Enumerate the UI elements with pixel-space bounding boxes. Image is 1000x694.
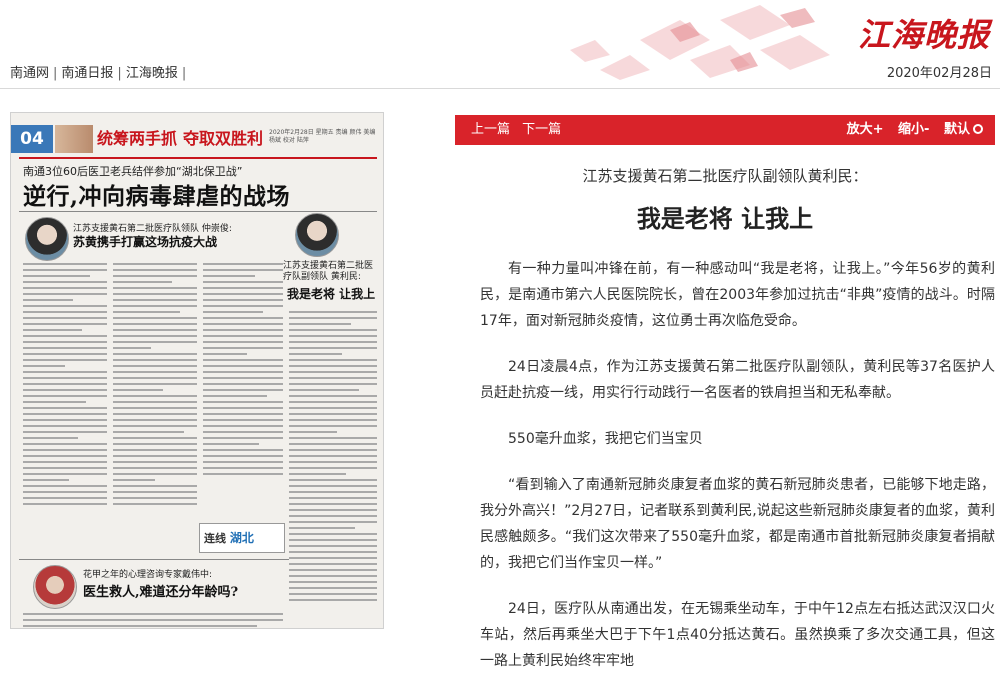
link-jianghai-evening[interactable]: 江海晚报 [126,66,178,81]
article-toolbar: 上一篇 下一篇 放大+ 缩小- 默认 [455,115,995,145]
link-nantong-net[interactable]: 南通网 [10,66,49,81]
font-bigger-button[interactable]: 放大+ [847,122,884,137]
band-title-1: 统筹两手抓 [97,129,178,148]
story2-portrait [295,213,339,257]
text-column-5 [23,613,283,628]
text-column-2 [113,263,197,509]
section-band-title: 统筹两手抓 夺取双胜利 [97,125,263,153]
headline-rule [19,211,377,212]
article-paragraph: 24日，医疗队从南通出发，在无锡乘坐动车，于中午12点左右抵达武汉汉口火车站，然… [480,601,995,669]
story3-rule [19,559,289,560]
link-nantong-daily[interactable]: 南通日报 [61,66,113,81]
link-separator: | [117,66,122,81]
story1-portrait [25,217,69,261]
story1-title: 苏黄携手打赢这场抗疫大战 [73,235,218,249]
article-title: 我是老将 让我上 [636,205,814,233]
article-body: 有一种力量叫冲锋在前，有一种感动叫“我是老将，让我上。”今年56岁的黄利民，是南… [480,256,995,694]
circle-icon [973,124,983,134]
article-section-heading: 550毫升血浆，我把它们当宝贝 [508,431,703,447]
story3-kicker: 花甲之年的心理咨询专家戴伟中: [83,570,213,580]
text-column-1 [23,263,107,509]
article-subtitle: 江苏支援黄石第二批医疗队副领队黄利民： [582,167,868,185]
page-number: 04 [11,125,53,153]
text-column-4 [289,311,377,605]
text-column-3 [203,263,283,479]
font-size-tools: 放大+ 缩小- 默认 [837,115,983,145]
story3-title: 医生救人,难道还分年龄吗? [83,585,239,600]
band-rule [19,157,377,159]
article-paragraph: “看到输入了南通新冠肺炎康复者血浆的黄石新冠肺炎患者，已能够下地走路，我分外高兴… [480,477,995,571]
lianxian-hubei-logo: 连线 湖北 [199,523,285,553]
site-header: 江海晚报 南通网 | 南通日报 | 江海晚报 | 2020年02月28日 [0,0,1000,90]
article-paragraph: 有一种力量叫冲锋在前，有一种感动叫“我是老将，让我上。”今年56岁的黄利民，是南… [480,261,995,329]
article-paragraph: 24日凌晨4点，作为江苏支援黄石第二批医疗队副领队，黄利民等37名医护人员赶赴抗… [480,359,995,401]
issue-date: 2020年02月28日 [886,66,992,81]
link-separator: | [53,66,58,81]
font-default-button[interactable]: 默认 [944,122,983,137]
font-smaller-button[interactable]: 缩小- [898,122,929,137]
next-article-link[interactable]: 下一篇 [522,122,561,137]
story2-title: 我是老将 让我上 [287,287,376,301]
article-nav: 上一篇 下一篇 [471,115,569,145]
link-separator: | [181,66,187,81]
story2-kicker: 江苏支援黄石第二批医疗队副领队 黄利民: [283,261,374,282]
newspaper-page-image[interactable]: 04 统筹两手抓 夺取双胜利 2020年2月28日 星期五 责编 颜伟 美编 杨斌… [10,112,384,629]
site-links: 南通网 | 南通日报 | 江海晚报 | [10,62,190,81]
header-divider [0,88,1000,89]
page-meta: 2020年2月28日 星期五 责编 颜伟 美编 杨斌 校对 陆萍 [269,129,376,144]
handshake-image [55,125,93,153]
band-title-2: 夺取双胜利 [183,129,264,148]
site-logo[interactable]: 江海晚报 [858,10,990,56]
prev-article-link[interactable]: 上一篇 [471,122,510,137]
paper-headline: 逆行,冲向病毒肆虐的战场 [23,183,291,210]
story3-portrait [33,565,77,609]
header-decoration [570,5,830,80]
